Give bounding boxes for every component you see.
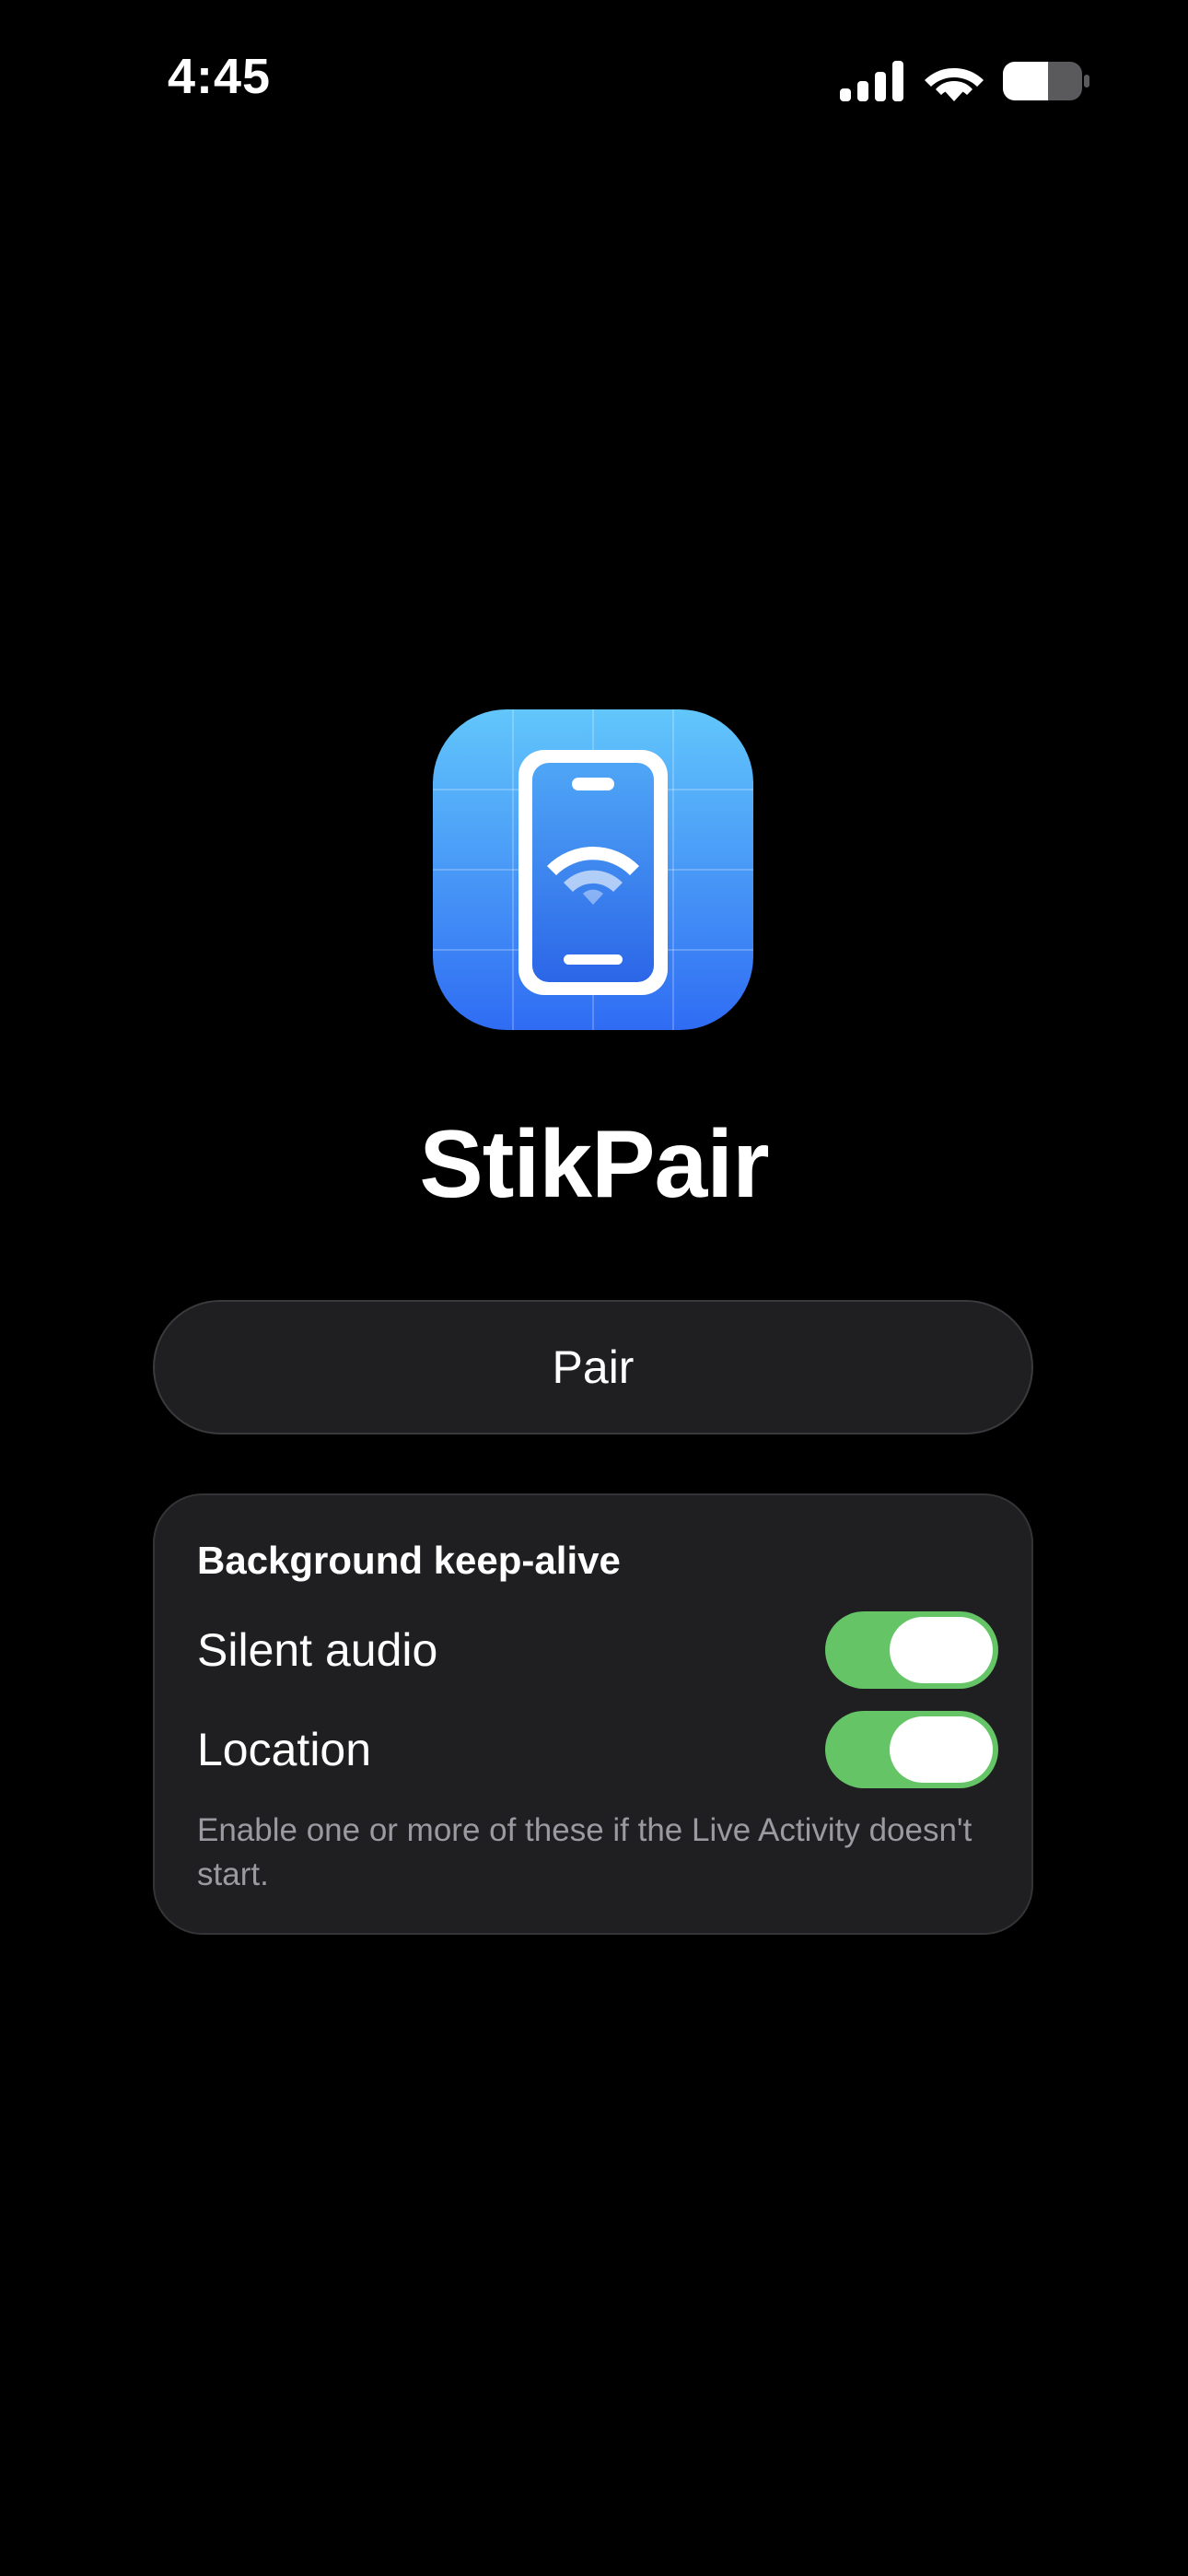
- pair-button-label: Pair: [552, 1341, 635, 1393]
- battery-icon: [1003, 62, 1089, 100]
- location-row: Location: [197, 1711, 998, 1788]
- app-icon: [433, 709, 753, 1030]
- wifi-icon: [925, 68, 984, 101]
- silent-audio-toggle[interactable]: [825, 1611, 998, 1689]
- cellular-signal-icon: [840, 61, 903, 101]
- silent-audio-label: Silent audio: [197, 1624, 438, 1676]
- app-title: StikPair: [419, 1111, 769, 1218]
- keep-alive-heading: Background keep-alive: [197, 1539, 621, 1582]
- phone-wifi-app-icon: [433, 709, 753, 1030]
- keep-alive-footnote: Enable one or more of these if the Live …: [197, 1812, 973, 1892]
- status-time: 4:45: [168, 49, 272, 104]
- silent-audio-row: Silent audio: [197, 1611, 998, 1689]
- pair-button[interactable]: Pair: [153, 1300, 1033, 1434]
- toggle-knob: [890, 1716, 993, 1783]
- status-bar: 4:45: [0, 0, 1188, 166]
- location-label: Location: [197, 1724, 372, 1775]
- toggle-knob: [890, 1617, 993, 1683]
- keep-alive-card: Background keep-alive Silent audio Locat…: [153, 1493, 1033, 1935]
- location-toggle[interactable]: [825, 1711, 998, 1788]
- status-icons: [840, 59, 1090, 103]
